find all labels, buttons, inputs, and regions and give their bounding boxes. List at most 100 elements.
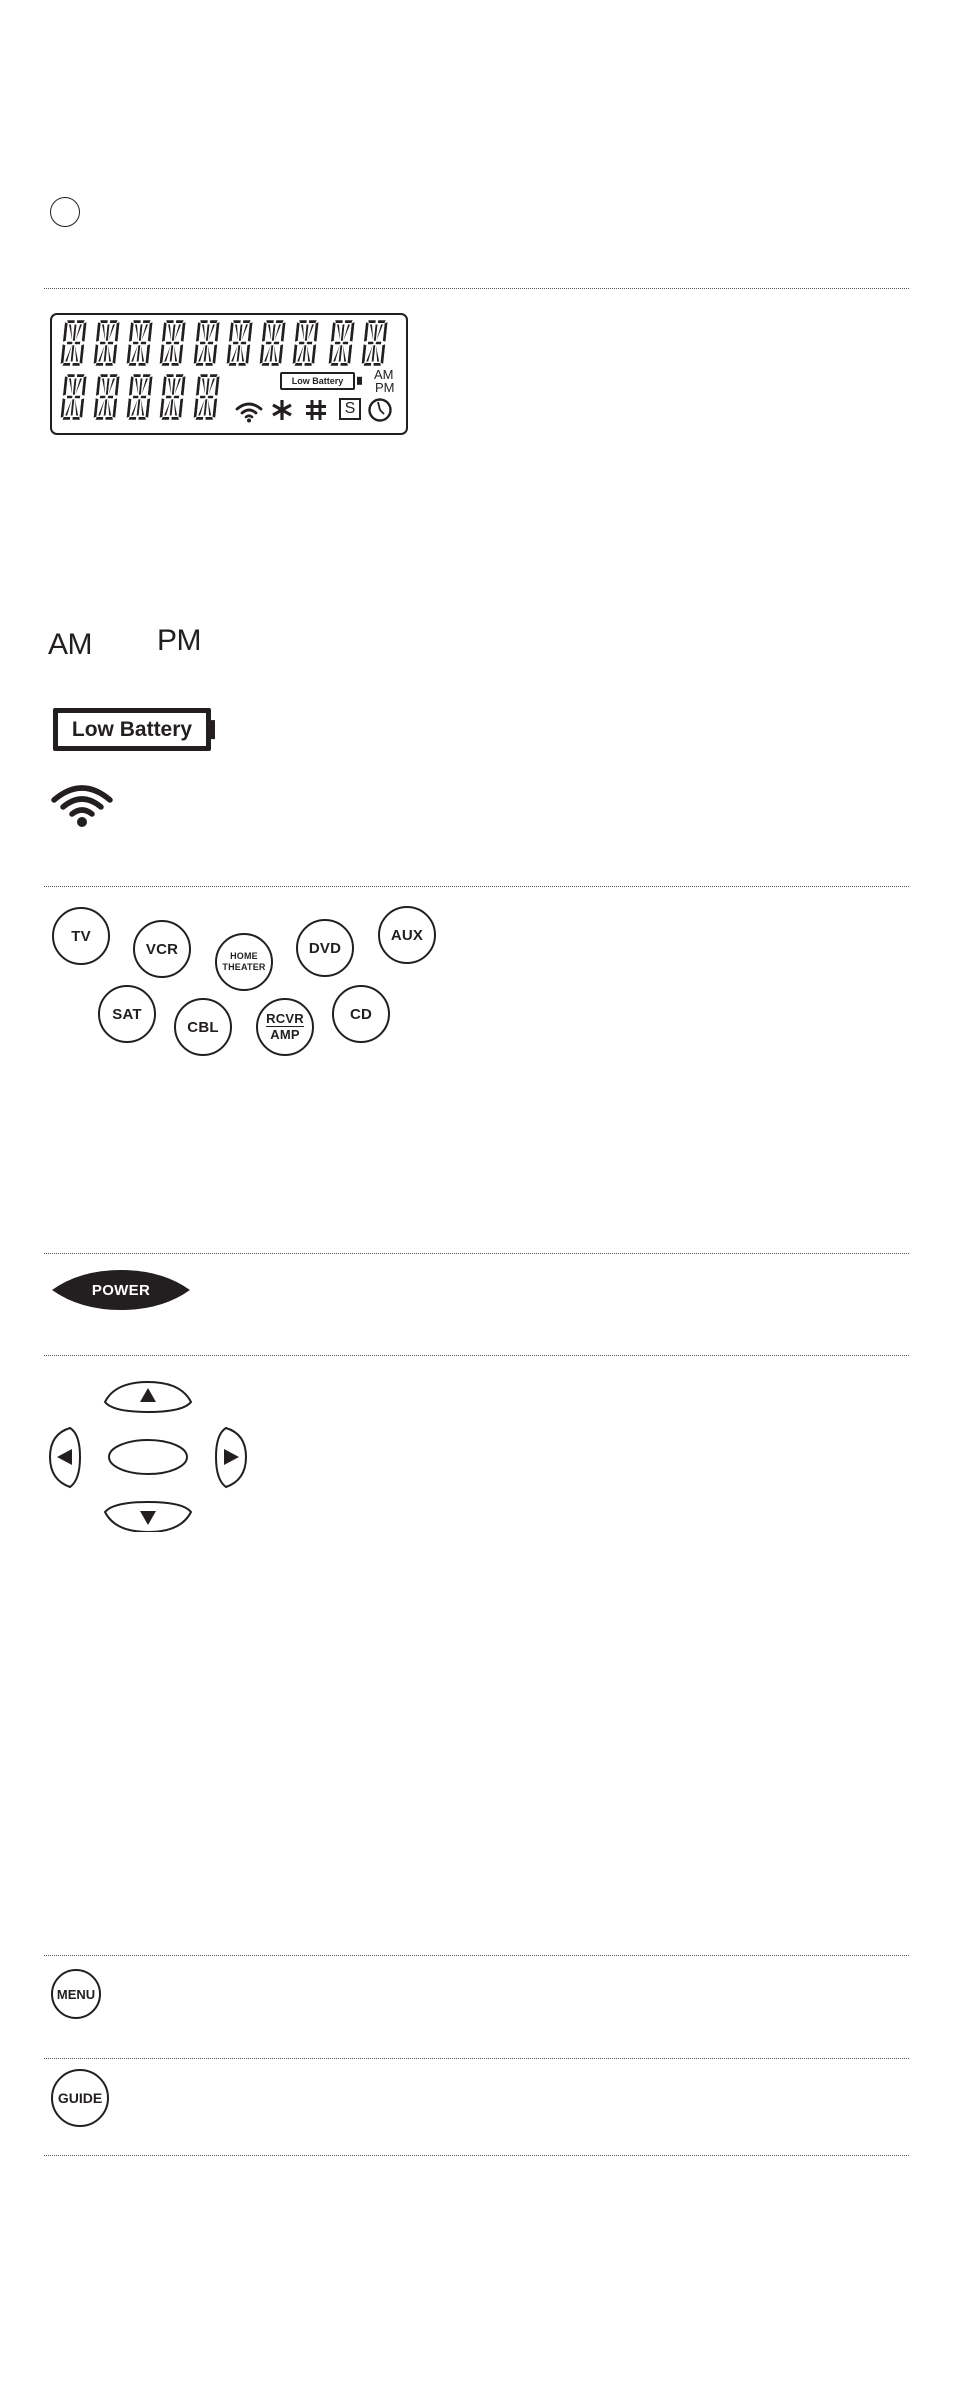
lcd-segment: [261, 321, 268, 343]
lcd-segment: [199, 373, 209, 378]
section-divider: [44, 1955, 909, 1956]
cbl-button-label: CBL: [187, 1018, 219, 1036]
lcd-segment: [380, 343, 386, 365]
lcd-segment: [367, 319, 377, 324]
lcd-signal-icon: [235, 402, 263, 423]
nav-right-button[interactable]: [214, 1426, 248, 1489]
aux-button-label: AUX: [390, 926, 424, 944]
lcd-segment: [137, 416, 147, 421]
lcd-segment: [128, 375, 135, 397]
lcd-segment-char: [292, 319, 320, 367]
lcd-segment: [278, 343, 284, 365]
lcd-segment: [94, 416, 104, 421]
lcd-segment: [160, 416, 170, 421]
lcd-segment: [232, 319, 242, 324]
lcd-segment-char: [328, 319, 356, 367]
lcd-segment: [237, 362, 247, 367]
lcd-segment: [112, 397, 118, 419]
lcd-segment-char: [193, 319, 221, 367]
lcd-segment: [265, 319, 275, 324]
lcd-s-box-icon: S: [339, 398, 361, 420]
guide-button[interactable]: GUIDE: [51, 2069, 109, 2127]
nav-up-button[interactable]: [103, 1380, 193, 1414]
lcd-s-label: S: [344, 400, 356, 417]
signal-icon: [51, 785, 113, 827]
guide-button-label: GUIDE: [57, 2090, 103, 2106]
lcd-clock-icon: [368, 398, 392, 422]
rcvr-amp-label: RCVR AMP: [266, 1012, 304, 1042]
low-battery-indicator: Low Battery: [53, 708, 211, 751]
section-divider: [44, 2058, 909, 2059]
tv-button[interactable]: TV: [52, 907, 110, 965]
lcd-display: Low Battery AM PM S: [50, 313, 408, 435]
rcvr-amp-line1: RCVR: [266, 1011, 304, 1027]
lcd-segment: [71, 416, 81, 421]
lcd-segment: [132, 319, 142, 324]
nav-down-button[interactable]: [103, 1500, 193, 1532]
menu-button[interactable]: MENU: [51, 1969, 101, 2019]
lcd-segment: [194, 362, 204, 367]
lcd-segment: [260, 362, 270, 367]
lcd-segment: [99, 319, 109, 324]
lcd-segment: [160, 362, 170, 367]
lcd-segment: [311, 343, 317, 365]
lcd-hash-icon: [306, 400, 326, 420]
lcd-segment: [212, 397, 218, 419]
lcd-segment: [137, 362, 147, 367]
home-theater-line1: HOME: [230, 951, 258, 961]
lcd-segment: [66, 373, 76, 378]
sat-button[interactable]: SAT: [98, 985, 156, 1043]
navigation-pad: [48, 1380, 248, 1532]
lcd-segment: [303, 362, 313, 367]
rcvr-amp-button[interactable]: RCVR AMP: [256, 998, 314, 1056]
lcd-segment: [165, 373, 175, 378]
lcd-segment: [347, 343, 353, 365]
lcd-segment: [204, 416, 214, 421]
lcd-segment: [270, 362, 280, 367]
rcvr-amp-line2: AMP: [270, 1027, 300, 1042]
lcd-segment: [329, 362, 339, 367]
nav-ok-button[interactable]: [108, 1439, 188, 1475]
lcd-segment: [195, 375, 202, 397]
home-theater-button[interactable]: HOME THEATER: [215, 933, 273, 991]
am-indicator: AM: [48, 628, 93, 661]
lcd-segment: [372, 362, 382, 367]
cd-button[interactable]: CD: [332, 985, 390, 1043]
lcd-segment: [71, 362, 81, 367]
cd-button-label: CD: [349, 1005, 373, 1023]
power-button[interactable]: POWER: [50, 1268, 192, 1312]
lcd-segment: [161, 375, 168, 397]
lcd-segment: [62, 321, 69, 343]
lcd-segment-char: [259, 319, 287, 367]
lcd-asterisk-icon: [272, 400, 292, 420]
lcd-segment: [165, 319, 175, 324]
lcd-low-battery-indicator: Low Battery: [280, 372, 355, 390]
lcd-segment: [170, 362, 180, 367]
aux-button[interactable]: AUX: [378, 906, 436, 964]
lcd-segment: [94, 362, 104, 367]
dvd-button[interactable]: DVD: [296, 919, 354, 977]
section-divider: [44, 1355, 909, 1356]
lcd-segment: [62, 375, 69, 397]
lcd-segment: [204, 362, 214, 367]
lcd-segment: [170, 416, 180, 421]
dvd-button-label: DVD: [308, 939, 342, 957]
lcd-segment: [298, 319, 308, 324]
lcd-segment: [79, 397, 85, 419]
lcd-segment: [178, 343, 184, 365]
lcd-segment: [145, 397, 151, 419]
nav-left-button[interactable]: [48, 1426, 82, 1489]
lcd-segment: [127, 362, 137, 367]
section-divider: [44, 1253, 909, 1254]
lcd-segment: [104, 362, 114, 367]
vcr-button[interactable]: VCR: [133, 920, 191, 978]
section-divider: [44, 288, 909, 289]
lcd-segment: [330, 321, 337, 343]
lcd-segment: [294, 321, 301, 343]
power-button-label: POWER: [91, 1281, 151, 1299]
lcd-segment: [339, 362, 349, 367]
lcd-segment-char: [159, 373, 187, 421]
low-battery-label: Low Battery: [71, 717, 193, 741]
cbl-button[interactable]: CBL: [174, 998, 232, 1056]
section-divider: [44, 886, 909, 887]
